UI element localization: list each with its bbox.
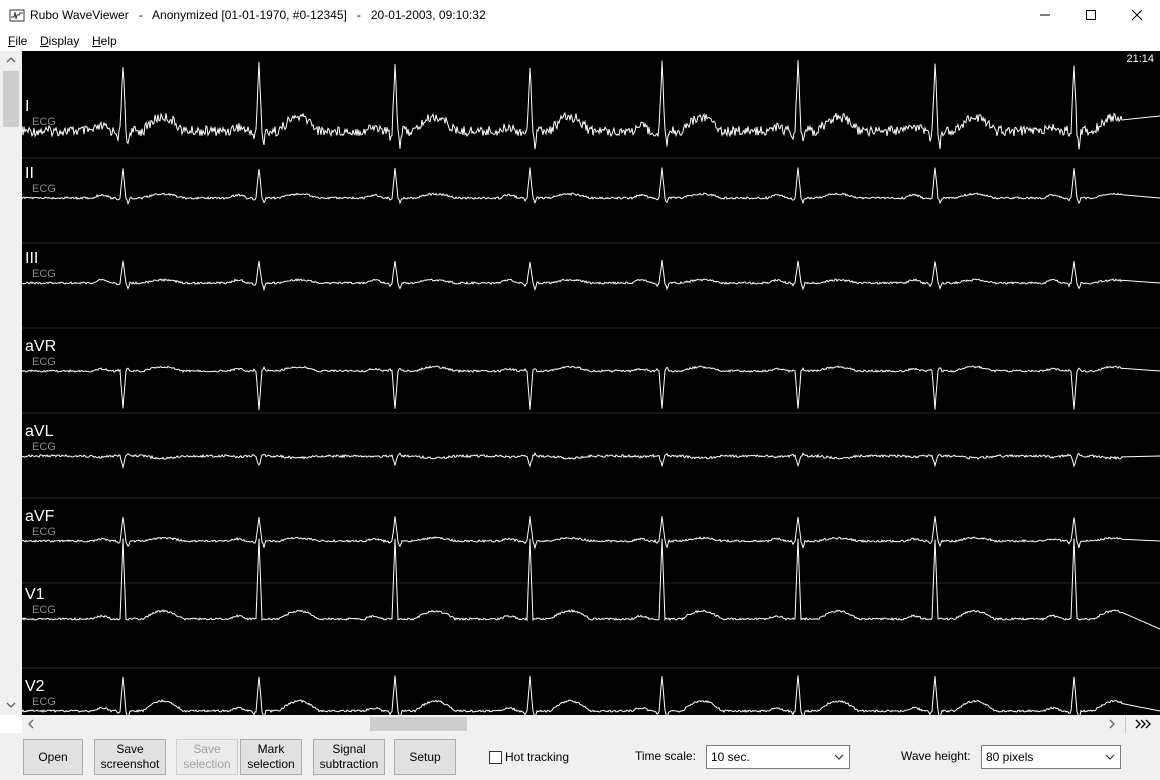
- lead-label-v1: V1: [25, 586, 45, 603]
- chevron-down-icon: [1105, 754, 1115, 760]
- lead-label-v2: V2: [25, 678, 45, 695]
- lead-label-iii: III: [25, 250, 39, 267]
- time-scale-label: Time scale:: [635, 749, 696, 763]
- waveform-trace-avf: [22, 516, 1160, 550]
- lead-type-avf: ECG: [32, 526, 56, 538]
- waveform-trace-avl: [22, 451, 1160, 470]
- waveform-trace-iii: [22, 259, 1160, 292]
- waveform-trace-ii: [22, 167, 1160, 206]
- wave-height-value: 80 pixels: [986, 750, 1034, 764]
- close-button[interactable]: [1114, 0, 1160, 30]
- minimize-button[interactable]: [1022, 0, 1068, 30]
- lead-type-v2: ECG: [32, 696, 56, 708]
- vertical-scrollbar[interactable]: [0, 51, 22, 715]
- hot-tracking-label[interactable]: Hot tracking: [505, 750, 569, 764]
- lead-label-ii: II: [25, 165, 34, 182]
- waveform-trace-v1: [22, 538, 1160, 630]
- lead-label-i: I: [25, 98, 30, 115]
- scroll-down-icon[interactable]: [5, 699, 17, 711]
- save-selection-button[interactable]: Save selection: [176, 739, 238, 775]
- horizontal-scrollbar[interactable]: [22, 715, 1125, 733]
- window-title: Rubo WaveViewer - Anonymized [01-01-1970…: [30, 8, 486, 22]
- fast-forward-icon: [1135, 719, 1151, 729]
- lead-type-avl: ECG: [32, 441, 56, 453]
- setup-button[interactable]: Setup: [394, 739, 456, 775]
- chevron-down-icon: [834, 754, 844, 760]
- maximize-icon: [1086, 10, 1096, 20]
- bottom-toolbar: Open Save screenshot Save selection Mark se…: [0, 733, 1160, 780]
- open-button[interactable]: Open: [23, 739, 83, 775]
- time-readout: 21:14: [1126, 53, 1154, 65]
- signal-subtraction-button[interactable]: Signal subtraction: [313, 739, 385, 775]
- vertical-scroll-thumb[interactable]: [3, 71, 19, 127]
- waveform-display[interactable]: 21:14 I ECG II ECG III ECG aVR ECG aVL ECG aVF ECG V…: [22, 51, 1160, 715]
- lead-type-i: ECG: [32, 116, 56, 128]
- lead-type-iii: ECG: [32, 268, 56, 280]
- lead-label-avr: aVR: [25, 338, 57, 355]
- waveform-canvas[interactable]: [22, 51, 1160, 715]
- maximize-button[interactable]: [1068, 0, 1114, 30]
- time-scale-select[interactable]: 10 sec.: [706, 745, 850, 769]
- scroll-up-icon[interactable]: [5, 54, 17, 66]
- title-bar: Rubo WaveViewer - Anonymized [01-01-1970…: [0, 0, 1160, 30]
- mark-selection-button[interactable]: Mark selection: [240, 739, 302, 775]
- wave-height-select[interactable]: 80 pixels: [981, 745, 1121, 769]
- menu-file[interactable]: File: [8, 34, 27, 48]
- time-scale-value: 10 sec.: [711, 750, 750, 764]
- menu-display[interactable]: Display: [40, 34, 79, 48]
- hot-tracking-checkbox[interactable]: [489, 751, 502, 764]
- waveform-trace-v2: [22, 675, 1160, 715]
- menu-bar: File Display Help: [0, 30, 1160, 51]
- menu-help[interactable]: Help: [92, 34, 117, 48]
- waveform-trace-avr: [22, 365, 1160, 411]
- lead-type-avr: ECG: [32, 356, 56, 368]
- lead-type-v1: ECG: [32, 604, 56, 616]
- minimize-icon: [1040, 14, 1050, 16]
- save-screenshot-button[interactable]: Save screenshot: [94, 739, 166, 775]
- app-icon: [9, 9, 25, 22]
- scroll-right-icon[interactable]: [1106, 718, 1118, 730]
- lead-type-ii: ECG: [32, 183, 56, 195]
- scroll-left-icon[interactable]: [25, 718, 37, 730]
- lead-label-avl: aVL: [25, 423, 54, 440]
- fast-forward-button[interactable]: [1125, 715, 1160, 733]
- lead-label-avf: aVF: [25, 508, 55, 525]
- wave-height-label: Wave height:: [901, 749, 971, 763]
- horizontal-scroll-thumb[interactable]: [370, 717, 467, 731]
- close-icon: [1131, 9, 1143, 21]
- waveform-trace-i: [22, 60, 1160, 150]
